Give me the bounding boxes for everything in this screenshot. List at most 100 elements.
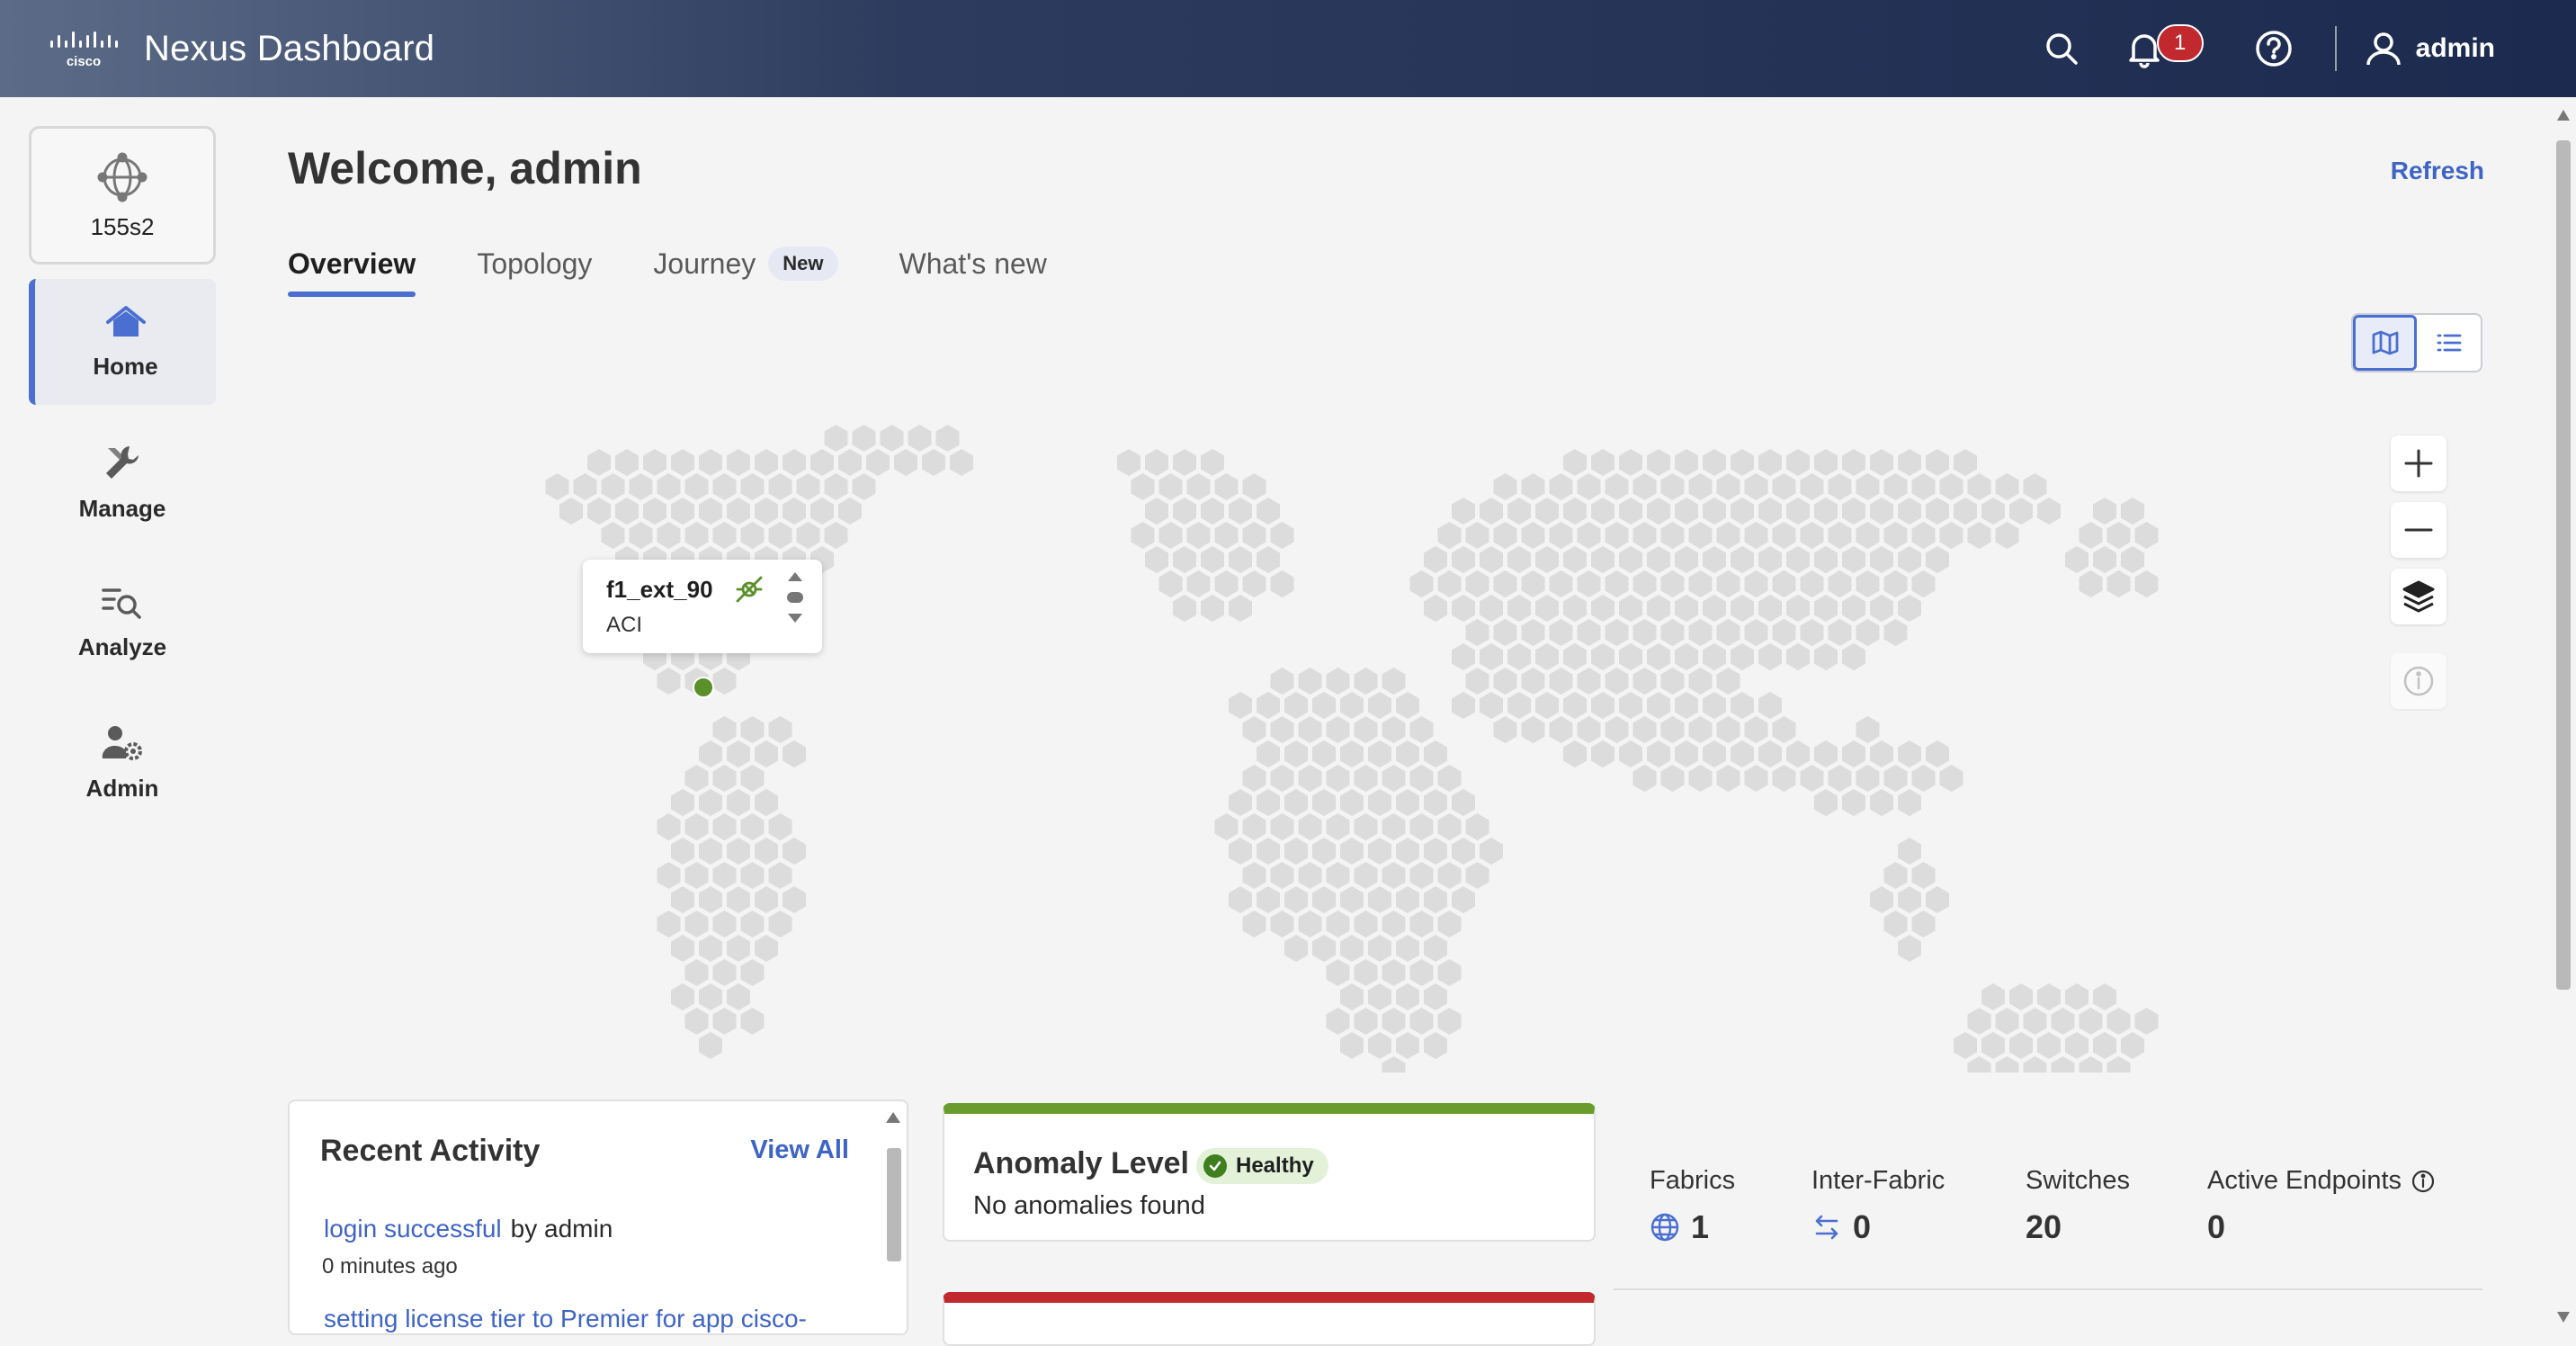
zoom-in-button[interactable] xyxy=(2391,435,2446,491)
map-hex-cell xyxy=(2009,983,2033,1010)
help-button[interactable] xyxy=(2249,23,2299,74)
stat-switches[interactable]: Switches 20 xyxy=(2026,1166,2207,1246)
map-hex-cell xyxy=(1814,545,1838,574)
tab-journey[interactable]: Journey New xyxy=(653,236,838,292)
site-selector[interactable]: 155s2 xyxy=(29,126,216,265)
page-scroll-thumb[interactable] xyxy=(2556,140,2571,990)
notifications-button[interactable]: 1 xyxy=(2119,23,2204,74)
layers-button[interactable] xyxy=(2391,569,2446,624)
stat-active-endpoints[interactable]: Active Endpoints 0 xyxy=(2207,1166,2477,1246)
user-menu[interactable]: admin xyxy=(2364,29,2495,68)
map-hex-cell xyxy=(824,521,848,550)
stat-inter-fabric[interactable]: Inter-Fabric 0 xyxy=(1811,1166,2026,1246)
map-hex-cell xyxy=(1340,740,1364,768)
map-hex-cell xyxy=(1284,886,1308,913)
search-button[interactable] xyxy=(2036,23,2087,74)
map-hex-cell xyxy=(1883,764,1908,793)
nav-analyze[interactable]: Analyze xyxy=(29,560,216,686)
map-hex-cell xyxy=(1452,642,1475,671)
map-hex-cell xyxy=(699,1032,722,1059)
map-icon xyxy=(2372,330,2398,355)
map-hex-cell xyxy=(1675,594,1698,623)
map-hex-cell xyxy=(838,449,862,476)
map-hex-cell xyxy=(2121,545,2144,574)
info-icon[interactable] xyxy=(2411,1169,2436,1194)
map-hex-cell xyxy=(1688,764,1713,793)
view-all-link[interactable]: View All xyxy=(750,1135,849,1165)
site-location-marker[interactable] xyxy=(693,677,714,698)
map-hex-cell xyxy=(1675,449,1698,476)
map-hex-cell xyxy=(699,837,722,865)
zoom-out-button[interactable] xyxy=(2391,502,2446,558)
tab-whats-new[interactable]: What's new xyxy=(899,236,1047,292)
advisory-card[interactable] xyxy=(943,1292,1596,1346)
map-hex-cell xyxy=(1326,911,1350,938)
map-hex-cell xyxy=(1911,521,1936,550)
world-hex-map[interactable] xyxy=(423,396,2312,1072)
tab-journey-label: Journey xyxy=(653,247,756,280)
map-hex-cell xyxy=(657,862,681,889)
map-hex-cell xyxy=(1201,594,1224,623)
map-hex-cell xyxy=(615,449,639,476)
svg-text:cisco: cisco xyxy=(67,54,101,69)
map-hex-cell xyxy=(1939,764,1963,793)
map-hex-cell xyxy=(796,473,820,500)
nav-home[interactable]: Home xyxy=(29,279,216,405)
map-hex-cell xyxy=(1354,715,1378,744)
stat-fabrics[interactable]: Fabrics 1 xyxy=(1650,1166,1811,1246)
map-hex-cell xyxy=(684,521,709,550)
scroll-up-arrow-icon[interactable] xyxy=(2557,110,2570,121)
popup-scroller[interactable] xyxy=(784,570,806,624)
search-icon xyxy=(2045,33,2078,65)
activity-link[interactable]: setting license tier to Premier for app … xyxy=(324,1305,807,1333)
map-hex-cell xyxy=(1828,618,1852,647)
map-hex-cell xyxy=(1591,691,1614,720)
map-hex-cell xyxy=(1493,618,1517,647)
map-hex-cell xyxy=(1772,618,1796,647)
activity-scroll-thumb[interactable] xyxy=(887,1148,901,1261)
map-info-button[interactable] xyxy=(2391,653,2446,709)
activity-link[interactable]: login successful xyxy=(324,1215,502,1243)
map-hex-cell xyxy=(1312,886,1336,913)
site-popup[interactable]: f1_ext_90 ACI xyxy=(583,560,822,653)
scroll-up-icon[interactable] xyxy=(886,1112,900,1123)
tab-overview[interactable]: Overview xyxy=(288,236,416,297)
map-hex-cell xyxy=(2009,1032,2033,1059)
map-hex-cell xyxy=(2065,545,2089,574)
map-view-button[interactable] xyxy=(2353,315,2418,371)
map-hex-cell xyxy=(699,449,722,476)
map-hex-cell xyxy=(1437,1008,1462,1035)
check-circle-icon xyxy=(1203,1154,1227,1178)
tab-topology[interactable]: Topology xyxy=(477,236,592,292)
map-hex-cell xyxy=(1368,837,1391,865)
map-hex-cell xyxy=(1242,521,1266,550)
map-hex-cell xyxy=(1158,521,1183,550)
list-view-button[interactable] xyxy=(2417,315,2481,371)
map-hex-cell xyxy=(727,498,750,525)
map-hex-cell xyxy=(1229,498,1252,525)
refresh-button[interactable]: Refresh xyxy=(2391,157,2484,185)
map-hex-cell xyxy=(1758,545,1782,574)
nav-admin[interactable]: Admin xyxy=(29,700,216,826)
brand[interactable]: cisco Nexus Dashboard xyxy=(49,28,434,69)
map-hex-cell xyxy=(1577,667,1601,695)
map-hex-cell xyxy=(1368,983,1391,1010)
map-hex-cell xyxy=(699,935,722,962)
map-hex-cell xyxy=(1898,886,1921,913)
map-hex-cell xyxy=(1883,473,1908,500)
map-hex-cell xyxy=(699,788,722,817)
map-hex-cell xyxy=(740,764,765,793)
map-hex-cell xyxy=(1382,812,1406,841)
nav-manage[interactable]: Manage xyxy=(29,419,216,545)
map-hex-cell xyxy=(1480,691,1503,720)
popup-scroll-thumb xyxy=(787,592,803,603)
activity-scrollbar[interactable] xyxy=(881,1112,905,1333)
map-hex-cell xyxy=(1954,1032,1977,1059)
map-hex-cell xyxy=(2079,521,2103,550)
scroll-down-arrow-icon[interactable] xyxy=(2557,1312,2570,1323)
map-hex-cell xyxy=(1660,764,1685,793)
page-scrollbar[interactable] xyxy=(2551,97,2576,1335)
map-hex-cell xyxy=(824,425,848,452)
map-hex-cell xyxy=(1340,691,1364,720)
anomaly-level-card[interactable]: Anomaly Level Healthy No anomalies found xyxy=(943,1103,1596,1242)
